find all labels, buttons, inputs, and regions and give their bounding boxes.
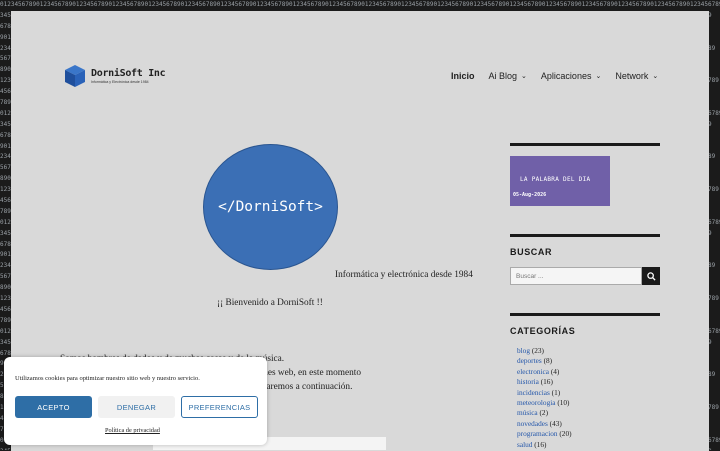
nav-network[interactable]: Network ⌄	[615, 71, 658, 81]
category-count: (2)	[539, 408, 549, 418]
main-nav: Inicio Ai Blog ⌄ Aplicaciones ⌄ Network ⌄	[451, 71, 672, 81]
logo-tagline: Informática y Electrónica desde 1984	[91, 80, 149, 84]
search-input[interactable]: Buscar ...	[510, 267, 642, 285]
hero-circle-text: </DorniSoft>	[218, 199, 323, 215]
hero-circle-image: </DorniSoft>	[203, 144, 338, 270]
category-item: historia (16)	[517, 377, 572, 387]
category-item: deportes (8)	[517, 356, 572, 366]
category-count: (43)	[549, 418, 562, 428]
category-link[interactable]: historia	[517, 377, 539, 386]
privacy-policy-link[interactable]: Política de privacidad	[105, 427, 160, 434]
category-item: salud (16)	[517, 440, 572, 450]
category-item: novedades (43)	[517, 419, 572, 429]
categories-list: blog (23) deportes (8) electronica (4) h…	[517, 346, 572, 450]
category-count: (1)	[551, 387, 561, 397]
cookie-deny-button[interactable]: DENEGAR	[98, 396, 175, 418]
chevron-down-icon: ⌄	[521, 73, 527, 80]
category-count: (8)	[543, 356, 553, 366]
category-link[interactable]: salud	[517, 440, 532, 449]
category-link[interactable]: electronica	[517, 367, 549, 376]
category-item: música (2)	[517, 408, 572, 418]
category-link[interactable]: deportes	[517, 356, 542, 365]
sidebar-divider	[510, 313, 660, 316]
word-of-day-date: 05-Aug-2026	[513, 192, 547, 198]
matrix-row: 0123456789012345678901234567890123456789…	[0, 1, 720, 8]
chevron-down-icon: ⌄	[652, 73, 659, 80]
nav-aplicaciones[interactable]: Aplicaciones ⌄	[541, 71, 601, 81]
category-link[interactable]: incidencias	[517, 388, 550, 397]
search-form: Buscar ...	[510, 267, 660, 285]
sidebar-divider	[510, 143, 660, 146]
category-item: programacion (20)	[517, 429, 572, 439]
category-count: (20)	[559, 429, 572, 439]
cookie-accept-button[interactable]: ACEPTO	[15, 396, 92, 418]
category-count: (23)	[531, 346, 544, 355]
category-link[interactable]: novedades	[517, 419, 548, 428]
category-link[interactable]: música	[517, 408, 538, 417]
site-logo[interactable]: DorniSoft Inc Informática y Electrónica …	[64, 64, 166, 88]
cookie-preferences-button[interactable]: PREFERENCIAS	[181, 396, 258, 418]
category-count: (16)	[534, 439, 547, 449]
chevron-down-icon: ⌄	[595, 73, 602, 80]
sidebar-divider	[510, 234, 660, 237]
hero-caption: Informática y electrónica desde 1984	[335, 270, 473, 280]
category-item: electronica (4)	[517, 367, 572, 377]
category-item: blog (23)	[517, 346, 572, 356]
category-link[interactable]: meteorologia	[517, 398, 556, 407]
category-link[interactable]: programacion	[517, 429, 558, 438]
search-icon	[646, 271, 656, 281]
cookie-consent-banner: Utilizamos cookies para optimizar nuestr…	[4, 357, 267, 445]
nav-ai-blog[interactable]: Ai Blog ⌄	[489, 71, 527, 81]
word-of-day-widget[interactable]: LA PALABRA DEL DIA 05-Aug-2026	[510, 156, 610, 206]
logo-name: DorniSoft Inc	[91, 68, 166, 79]
category-count: (16)	[540, 377, 553, 387]
search-heading: BUSCAR	[510, 247, 553, 257]
cube-logo-icon	[65, 65, 85, 87]
welcome-text: ¡¡ Bienvenido a DorniSoft !!	[217, 298, 323, 308]
category-item: meteorologia (10)	[517, 398, 572, 408]
word-of-day-title: LA PALABRA DEL DIA	[520, 176, 591, 183]
category-count: (4)	[550, 366, 560, 376]
nav-inicio[interactable]: Inicio	[451, 71, 475, 81]
category-link[interactable]: blog	[517, 346, 530, 355]
category-item: incidencias (1)	[517, 388, 572, 398]
search-button[interactable]	[642, 267, 660, 285]
category-count: (10)	[557, 398, 570, 408]
categories-heading: CATEGORÍAS	[510, 326, 576, 336]
cookie-message: Utilizamos cookies para optimizar nuestr…	[15, 375, 200, 382]
